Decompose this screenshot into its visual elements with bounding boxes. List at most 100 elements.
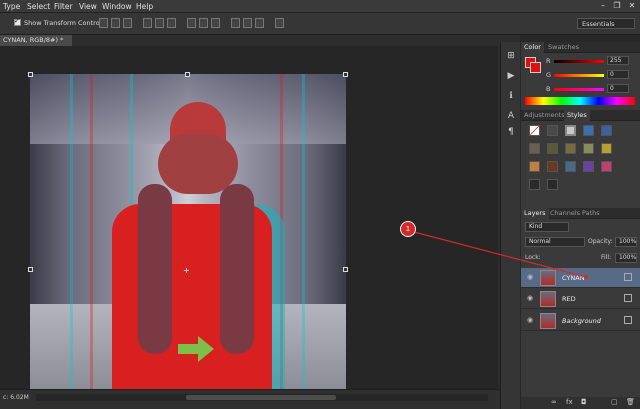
g-slider[interactable]: [554, 74, 604, 77]
tab-color[interactable]: Color: [521, 42, 544, 53]
style-none-icon[interactable]: [529, 125, 540, 136]
align-center-icon[interactable]: [155, 18, 164, 28]
align-right-icon[interactable]: [167, 18, 176, 28]
transform-center-icon[interactable]: +: [183, 266, 190, 275]
layer-row-cynan[interactable]: ◉ CYNAN: [521, 268, 640, 288]
tab-layers[interactable]: Layers: [521, 208, 549, 219]
style-icon[interactable]: [583, 125, 594, 136]
properties-icon[interactable]: ℹ: [505, 90, 517, 102]
tab-swatches[interactable]: Swatches: [545, 42, 582, 53]
visibility-eye-icon[interactable]: ◉: [527, 273, 533, 281]
history-icon[interactable]: ⊞: [505, 50, 517, 62]
color-panel-tabs: Color Swatches: [521, 42, 640, 53]
minimize-button[interactable]: –: [596, 0, 610, 12]
tab-adjustments[interactable]: Adjustments: [521, 110, 568, 121]
align-bottom-icon[interactable]: [123, 18, 132, 28]
tab-styles[interactable]: Styles: [564, 110, 590, 121]
b-value-field[interactable]: 0: [607, 84, 629, 93]
transform-handle-tr[interactable]: [343, 72, 348, 77]
blend-mode-select[interactable]: Normal: [525, 237, 585, 247]
style-icon[interactable]: [565, 143, 576, 154]
visibility-eye-icon[interactable]: ◉: [527, 294, 533, 302]
doc-size-readout[interactable]: c: 6.02M: [3, 394, 29, 401]
close-button[interactable]: ✕: [625, 0, 639, 12]
fill-field[interactable]: 100%: [615, 253, 637, 263]
menu-type[interactable]: Type: [3, 2, 20, 11]
workspace-switcher[interactable]: Essentials: [577, 18, 635, 29]
style-icon[interactable]: [547, 161, 558, 172]
tab-channels[interactable]: Channels: [547, 208, 583, 219]
transform-handle-mr[interactable]: [343, 267, 348, 272]
align-top-icon[interactable]: [99, 18, 108, 28]
r-slider[interactable]: [554, 60, 604, 63]
green-arrow-body: [178, 344, 200, 354]
style-icon[interactable]: [565, 161, 576, 172]
add-mask-icon[interactable]: ◘: [581, 398, 587, 406]
b-slider[interactable]: [554, 88, 604, 91]
layer-thumbnail: [540, 270, 556, 286]
auto-align-icon[interactable]: [275, 18, 284, 28]
style-icon[interactable]: [529, 161, 540, 172]
layer-name: CYNAN: [562, 274, 585, 282]
horizontal-scrollbar[interactable]: [36, 394, 488, 401]
link-layers-icon[interactable]: ∞: [551, 398, 557, 406]
layer-kind-filter[interactable]: Kind: [525, 222, 569, 232]
actions-icon[interactable]: ▶: [505, 70, 517, 82]
style-icon[interactable]: [547, 125, 558, 136]
r-value-field[interactable]: 255: [607, 56, 629, 65]
distribute-center-icon[interactable]: [243, 18, 252, 28]
align-middle-icon[interactable]: [111, 18, 120, 28]
document-tab-bar: CYNAN, RGB/8#) *: [0, 35, 520, 46]
style-icon[interactable]: [547, 143, 558, 154]
transform-handle-tc[interactable]: [185, 72, 190, 77]
menu-bar: Type Select Filter View Window Help – ❐ …: [0, 0, 640, 13]
distribute-middle-icon[interactable]: [199, 18, 208, 28]
menu-window[interactable]: Window: [102, 2, 132, 11]
visibility-eye-icon[interactable]: ◉: [527, 316, 533, 324]
transform-handle-tl[interactable]: [28, 72, 33, 77]
distribute-top-icon[interactable]: [187, 18, 196, 28]
opacity-field[interactable]: 100%: [615, 237, 637, 247]
delete-layer-icon[interactable]: 🗑: [626, 398, 635, 406]
document-tab[interactable]: CYNAN, RGB/8#) *: [0, 35, 72, 46]
menu-filter[interactable]: Filter: [54, 2, 73, 11]
layer-row-background[interactable]: ◉ Background: [521, 311, 640, 331]
layer-thumbnail: [540, 313, 556, 329]
style-icon[interactable]: [547, 179, 558, 190]
paragraph-icon[interactable]: ¶: [505, 126, 517, 138]
background-color-swatch[interactable]: [530, 62, 541, 73]
menu-view[interactable]: View: [79, 2, 97, 11]
style-icon[interactable]: [529, 143, 540, 154]
opacity-label: Opacity:: [588, 238, 613, 245]
style-icon[interactable]: [601, 161, 612, 172]
show-transform-checkbox[interactable]: [14, 17, 21, 26]
menu-select[interactable]: Select: [27, 2, 50, 11]
align-left-icon[interactable]: [143, 18, 152, 28]
fx-icon[interactable]: fx: [566, 398, 573, 406]
layers-panel-tabs: Layers Channels Paths: [521, 208, 640, 219]
canvas-image[interactable]: [30, 74, 346, 389]
g-label: G: [546, 71, 552, 79]
g-value-field[interactable]: 0: [607, 70, 629, 79]
color-spectrum-bar[interactable]: [525, 97, 635, 105]
horizontal-scroll-thumb[interactable]: [186, 395, 336, 400]
transform-handle-ml[interactable]: [28, 267, 33, 272]
style-icon[interactable]: [601, 143, 612, 154]
distribute-right-icon[interactable]: [255, 18, 264, 28]
style-icon[interactable]: [583, 161, 594, 172]
layer-thumbnail: [540, 291, 556, 307]
style-icon[interactable]: [601, 125, 612, 136]
distribute-left-icon[interactable]: [231, 18, 240, 28]
style-icon[interactable]: [565, 125, 576, 136]
r-label: R: [546, 57, 551, 65]
tab-paths[interactable]: Paths: [579, 208, 603, 219]
lock-icon: [624, 316, 632, 324]
style-icon[interactable]: [583, 143, 594, 154]
menu-help[interactable]: Help: [136, 2, 153, 11]
character-icon[interactable]: A: [505, 110, 517, 122]
style-icon[interactable]: [529, 179, 540, 190]
distribute-bottom-icon[interactable]: [211, 18, 220, 28]
new-layer-icon[interactable]: ▢: [611, 398, 618, 406]
layer-row-red[interactable]: ◉ RED: [521, 289, 640, 309]
restore-button[interactable]: ❐: [610, 0, 624, 12]
